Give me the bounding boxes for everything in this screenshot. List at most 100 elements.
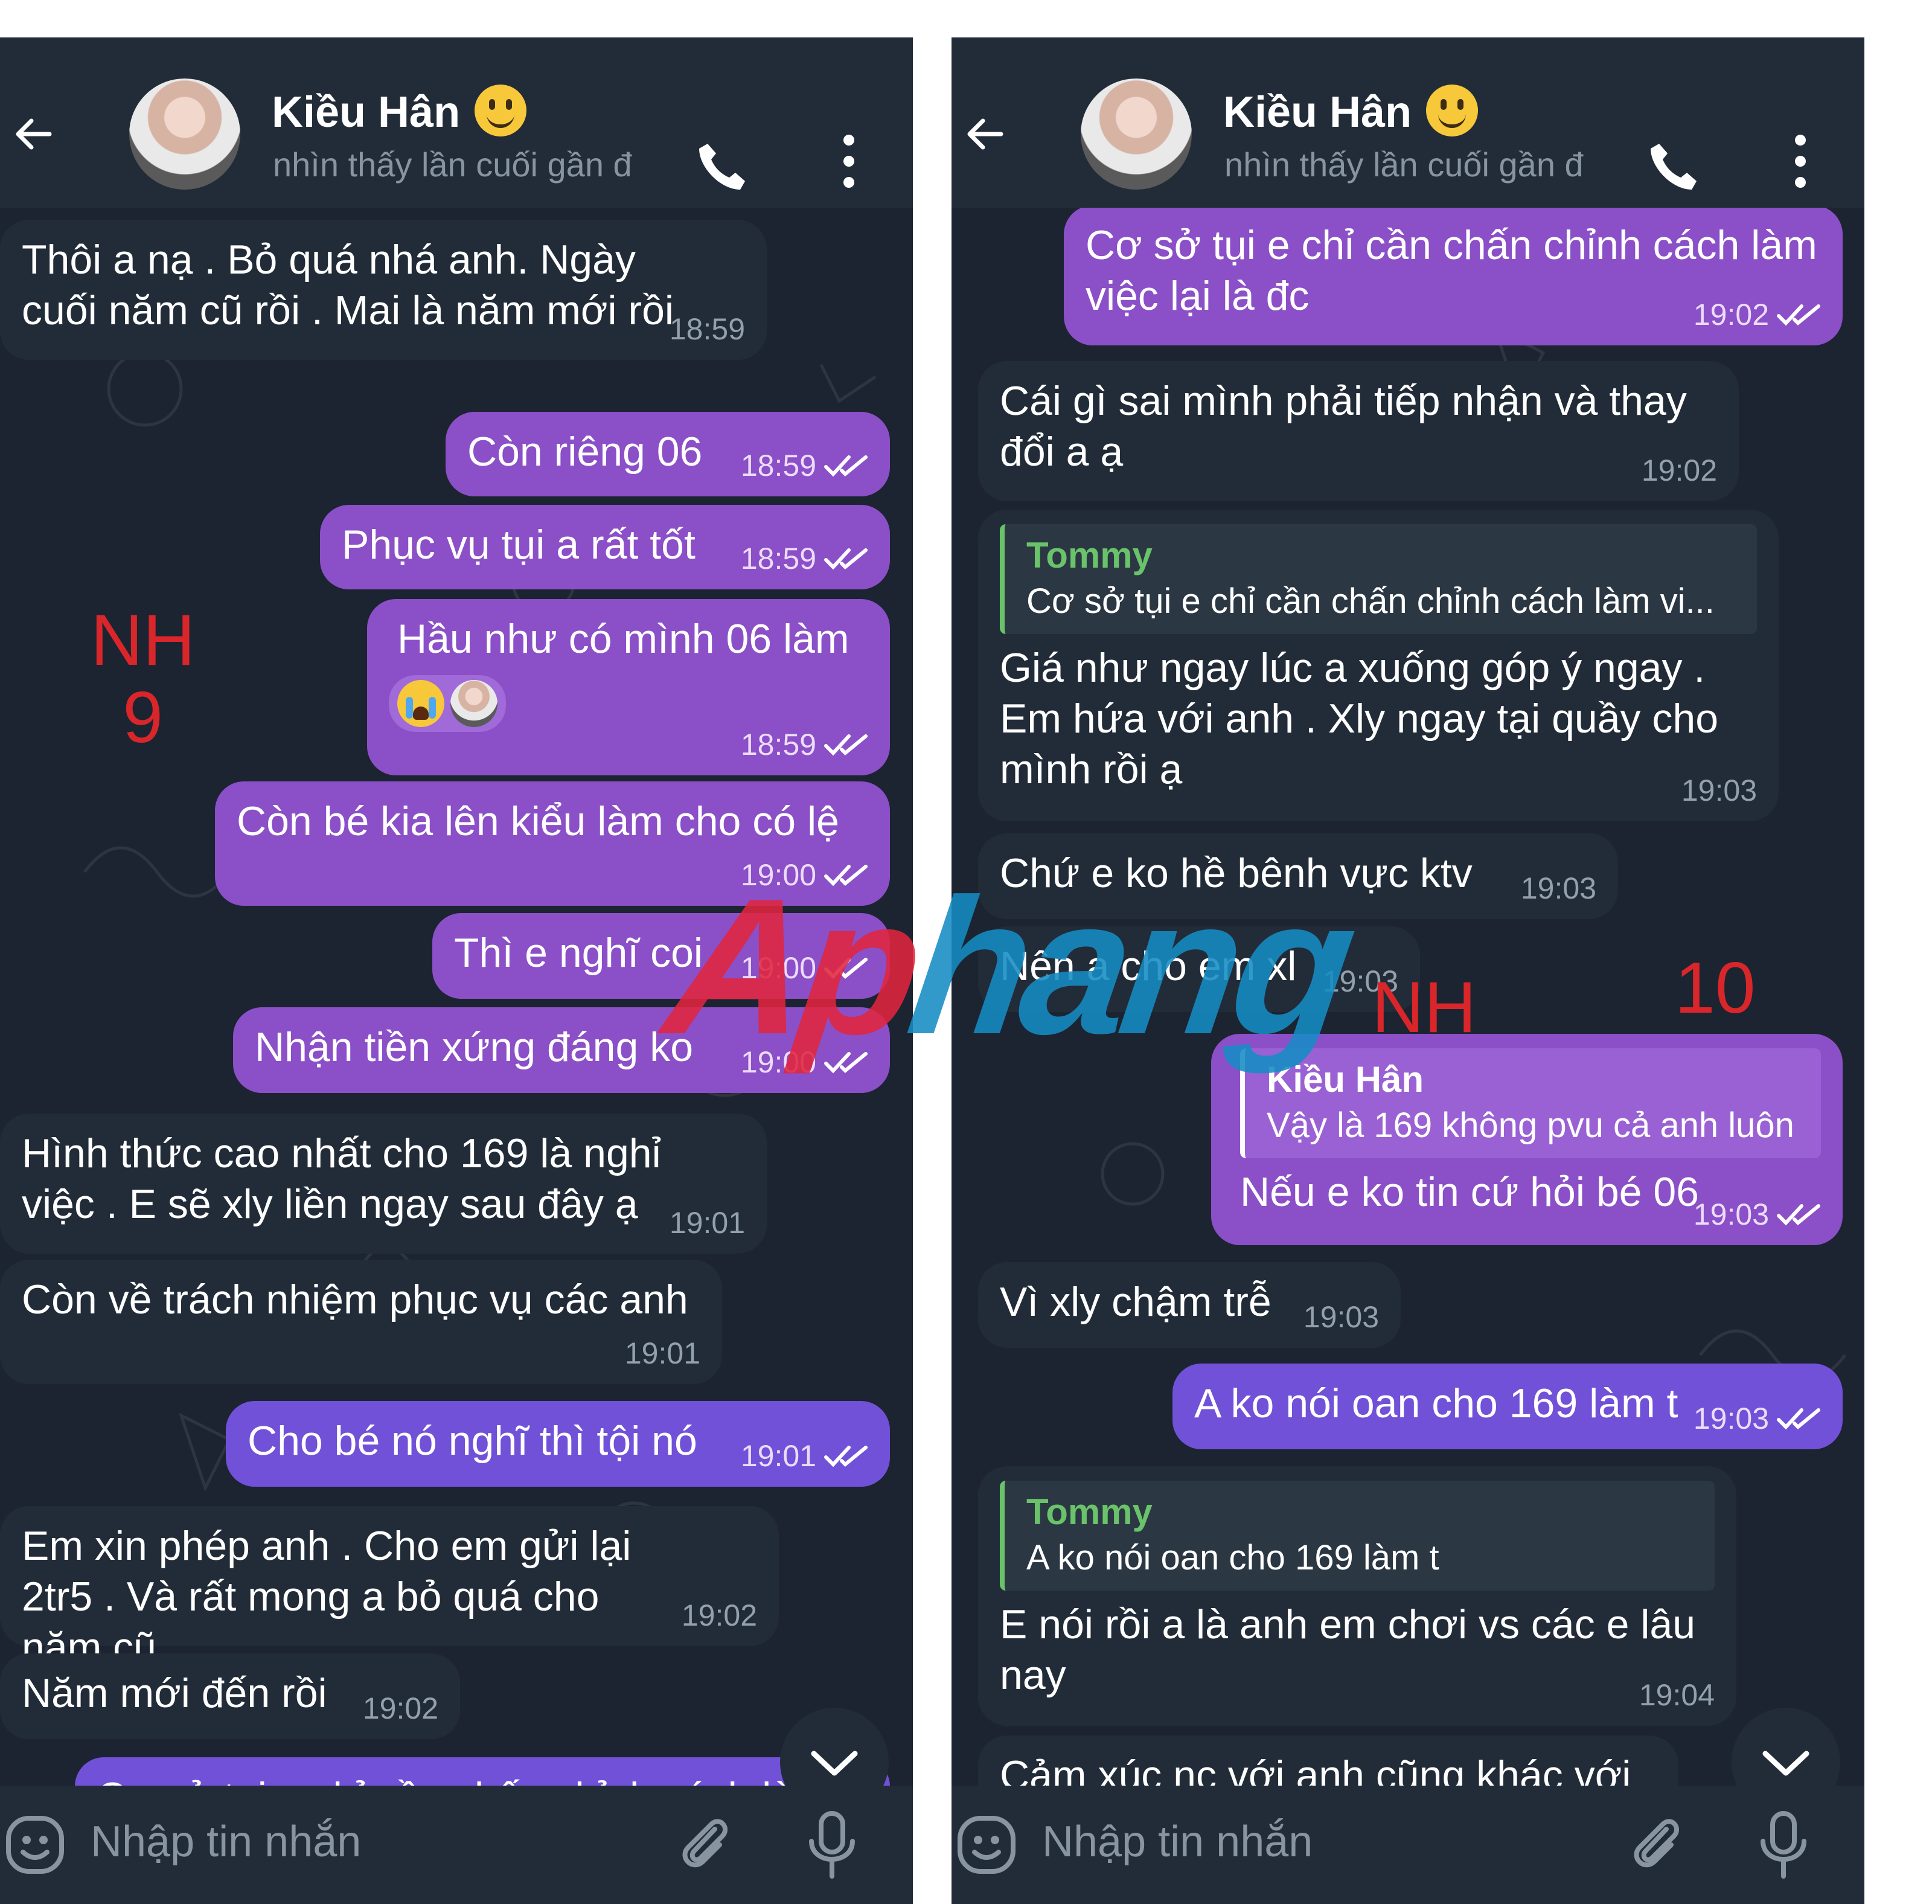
- attach-icon[interactable]: [676, 1813, 737, 1876]
- attach-icon[interactable]: [1628, 1813, 1688, 1876]
- message-text: Giá như ngay lúc a xuống góp ý ngay . Em…: [1000, 645, 1719, 792]
- chat-header: Kiều Hân nhìn thấy lần cuối gần đ: [952, 37, 1864, 208]
- message-time: 19:03: [1681, 774, 1757, 807]
- message-bubble-incoming[interactable]: Thôi a nạ . Bỏ quá nhá anh. Ngày cuối nă…: [0, 220, 767, 360]
- message-input-bar: Nhập tin nhắn: [952, 1786, 1864, 1904]
- message-input-bar: Nhập tin nhắn: [0, 1786, 913, 1904]
- back-arrow-icon[interactable]: [10, 110, 58, 158]
- annotation-label: NH 9: [91, 604, 195, 754]
- annotation-text: 10: [1675, 947, 1756, 1028]
- smile-emoji: [1426, 85, 1479, 136]
- message-time: 18:59: [740, 542, 816, 575]
- message-bubble-incoming[interactable]: Còn về trách nhiệm phục vụ các anh 19:01: [0, 1260, 722, 1384]
- chat-header: Kiều Hân nhìn thấy lần cuối gần đ: [0, 37, 913, 208]
- last-seen-status: nhìn thấy lần cuối gần đ: [1224, 146, 1584, 184]
- message-bubble-incoming[interactable]: Cảm xúc nc với anh cũng khác với: [978, 1736, 1678, 1790]
- message-input[interactable]: Nhập tin nhắn: [1042, 1817, 1313, 1867]
- message-bubble-incoming[interactable]: Năm mới đến rồi 19:02: [0, 1653, 460, 1739]
- message-time: 19:01: [624, 1336, 700, 1370]
- message-text: Cảm xúc nc với anh cũng khác với: [1000, 1752, 1631, 1790]
- annotation-text: NH: [91, 600, 196, 681]
- double-check-icon: [824, 455, 868, 477]
- message-bubble-outgoing[interactable]: Cơ sở tụi e chỉ cần chấn chỉnh cách làm …: [1064, 208, 1843, 345]
- annotation-text: NH: [1372, 967, 1477, 1048]
- message-time: 19:02: [1693, 298, 1769, 332]
- double-check-icon: [1777, 1204, 1820, 1226]
- microphone-icon[interactable]: [801, 1810, 863, 1880]
- chevron-down-icon: [1762, 1751, 1809, 1776]
- double-check-icon: [824, 734, 868, 756]
- message-bubble-incoming[interactable]: Tommy Cơ sở tụi e chỉ cần chấn chỉnh các…: [978, 510, 1779, 821]
- message-bubble-incoming[interactable]: Cái gì sai mình phải tiếp nhận và thay đ…: [978, 361, 1739, 501]
- reply-quote[interactable]: Tommy Cơ sở tụi e chỉ cần chấn chỉnh các…: [1000, 524, 1757, 634]
- double-check-icon: [1777, 1408, 1820, 1430]
- emoji-icon[interactable]: [4, 1813, 66, 1876]
- message-bubble-incoming[interactable]: Hình thức cao nhất cho 169 là nghỉ việc …: [0, 1114, 767, 1254]
- emoji-icon[interactable]: [955, 1813, 1018, 1876]
- reply-quote[interactable]: Tommy A ko nói oan cho 169 làm t: [1000, 1481, 1715, 1591]
- contact-name[interactable]: Kiều Hân: [1223, 85, 1479, 137]
- message-bubble-outgoing[interactable]: Cho bé nó nghĩ thì tội nó 19:01: [226, 1401, 890, 1487]
- annotation-label: 10: [1675, 952, 1755, 1024]
- annotation-label: NH: [1372, 971, 1476, 1043]
- more-vertical-icon[interactable]: [1776, 128, 1825, 194]
- message-bubble-outgoing[interactable]: A ko nói oan cho 169 làm t 19:03: [1172, 1364, 1843, 1449]
- message-bubble-outgoing[interactable]: Phục vụ tụi a rất tốt 18:59: [320, 505, 890, 589]
- message-time: 19:03: [1693, 1402, 1769, 1435]
- contact-name[interactable]: Kiều Hân: [272, 85, 527, 137]
- phone-icon[interactable]: [1646, 139, 1700, 193]
- message-text: Thôi a nạ . Bỏ quá nhá anh. Ngày cuối nă…: [22, 237, 674, 333]
- message-time: 19:01: [740, 1439, 816, 1473]
- message-bubble-incoming[interactable]: Tommy A ko nói oan cho 169 làm t E nói r…: [978, 1466, 1736, 1726]
- double-check-icon: [1777, 304, 1820, 326]
- last-seen-status: nhìn thấy lần cuối gần đ: [273, 146, 632, 184]
- double-check-icon: [824, 1446, 868, 1467]
- message-bubble-outgoing[interactable]: Còn riêng 06 18:59: [446, 412, 890, 496]
- quote-text: Vậy là 169 không pvu cả anh luôn: [1267, 1106, 1794, 1145]
- message-bubble-incoming[interactable]: Vì xly chậm trễ 19:03: [978, 1262, 1401, 1348]
- emoji-sticker: [389, 675, 506, 732]
- message-time: 19:03: [1303, 1300, 1379, 1334]
- message-bubble-outgoing[interactable]: Hầu như có mình 06 làm 18:59: [367, 599, 890, 775]
- watermark-part: hang: [898, 858, 1361, 1074]
- message-time: 18:59: [740, 728, 816, 761]
- smile-emoji: [475, 85, 527, 136]
- message-text: Còn bé kia lên kiểu làm cho có lệ: [237, 798, 839, 844]
- message-text: Còn về trách nhiệm phục vụ các anh: [22, 1277, 688, 1322]
- microphone-icon[interactable]: [1752, 1810, 1815, 1880]
- crying-emoji-icon: [397, 680, 444, 727]
- message-time: 18:59: [669, 312, 745, 346]
- message-time: 19:02: [362, 1691, 438, 1725]
- quote-author: Tommy: [1026, 1492, 1153, 1532]
- message-time: 18:59: [740, 449, 816, 482]
- quote-author: Kiều Hân: [1267, 1059, 1424, 1100]
- avatar[interactable]: [1081, 79, 1192, 190]
- quote-text: A ko nói oan cho 169 làm t: [1026, 1538, 1439, 1577]
- message-time: 19:02: [1641, 454, 1717, 487]
- message-bubble-outgoing[interactable]: Cơ sở tụi e chỉ cần chấn chỉnh cách làm: [75, 1757, 890, 1790]
- message-time: 19:04: [1639, 1678, 1715, 1712]
- message-bubble-incoming[interactable]: Em xin phép anh . Cho em gửi lại 2tr5 . …: [0, 1506, 779, 1670]
- double-check-icon: [824, 548, 868, 570]
- scroll-down-button[interactable]: [1732, 1708, 1840, 1790]
- message-text: E nói rồi a là anh em chơi vs các e lâu …: [1000, 1601, 1696, 1698]
- message-time: 19:03: [1693, 1197, 1769, 1231]
- scroll-down-button[interactable]: [780, 1708, 889, 1790]
- avatar: [450, 680, 497, 727]
- phone-icon[interactable]: [694, 139, 749, 193]
- message-time: 19:02: [681, 1598, 757, 1632]
- message-time: 19:03: [1520, 871, 1596, 905]
- message-time: 19:01: [669, 1206, 745, 1240]
- watermark-logo: Aphang: [655, 858, 1361, 1074]
- quote-author: Tommy: [1026, 535, 1153, 575]
- message-input[interactable]: Nhập tin nhắn: [91, 1817, 361, 1867]
- quote-text: Cơ sở tụi e chỉ cần chấn chỉnh cách làm …: [1026, 582, 1715, 621]
- watermark-part: Ap: [654, 858, 929, 1074]
- more-vertical-icon[interactable]: [825, 128, 873, 194]
- message-text: Hình thức cao nhất cho 169 là nghỉ việc …: [22, 1130, 661, 1227]
- back-arrow-icon[interactable]: [961, 110, 1009, 158]
- chevron-down-icon: [811, 1751, 858, 1776]
- message-text: Cái gì sai mình phải tiếp nhận và thay đ…: [1000, 378, 1687, 475]
- message-text: Em xin phép anh . Cho em gửi lại 2tr5 . …: [22, 1523, 632, 1670]
- avatar[interactable]: [129, 79, 240, 190]
